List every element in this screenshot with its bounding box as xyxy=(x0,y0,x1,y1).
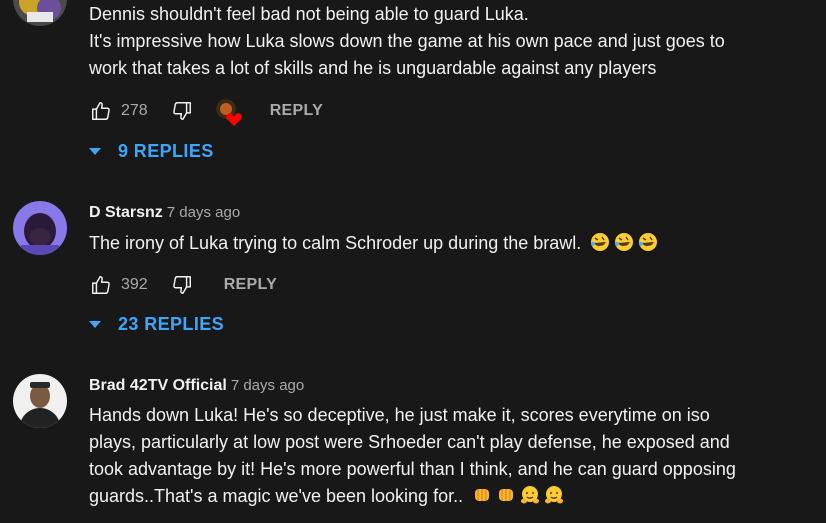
comment-1-text-line-2: It's impressive how Luka slows down the … xyxy=(89,31,725,51)
caret-down-icon xyxy=(89,148,101,155)
comment-3-text-line-4-wrap: guards..That's a magic we've been lookin… xyxy=(89,483,564,513)
comment-2-meta: D Starsnz 7 days ago xyxy=(89,204,240,222)
rolling-on-floor-laughing-icon xyxy=(614,232,634,260)
comment-3-avatar[interactable] xyxy=(13,374,67,428)
rolling-on-floor-laughing-icon xyxy=(638,232,658,260)
comment-2-text: The irony of Luka trying to calm Schrode… xyxy=(89,230,658,260)
reply-button[interactable]: REPLY xyxy=(224,276,277,294)
oncoming-fist-icon xyxy=(496,485,516,513)
oncoming-fist-icon xyxy=(472,485,492,513)
caret-down-icon xyxy=(89,321,101,328)
like-icon[interactable] xyxy=(89,99,113,123)
creator-heart-icon xyxy=(214,98,242,126)
comment-3-text-line-2: plays, particularly at low post were Srh… xyxy=(89,432,730,452)
like-count: 392 xyxy=(121,276,148,293)
dislike-icon[interactable] xyxy=(170,273,194,297)
comment-author[interactable]: Brad 42TV Official xyxy=(89,377,227,394)
hugging-face-icon xyxy=(544,485,564,513)
dislike-icon[interactable] xyxy=(170,99,194,123)
comment-2-actions: 392 REPLY xyxy=(89,273,277,297)
view-replies-button[interactable]: 23 REPLIES xyxy=(89,314,224,335)
comment-2-text-line-1: The irony of Luka trying to calm Schrode… xyxy=(89,233,582,253)
rolling-on-floor-laughing-icon xyxy=(590,232,610,260)
comment-3-meta: Brad 42TV Official 7 days ago xyxy=(89,377,304,395)
comment-1-text-line-3: work that takes a lot of skills and he i… xyxy=(89,58,657,78)
comment-3-text-line-3: took advantage by it! He's more powerful… xyxy=(89,459,736,479)
hugging-face-icon xyxy=(520,485,540,513)
comment-date[interactable]: 7 days ago xyxy=(167,204,240,221)
comment-1-actions: 278 REPLY xyxy=(89,98,323,126)
replies-count-label: 9 REPLIES xyxy=(118,141,214,161)
replies-count-label: 23 REPLIES xyxy=(118,314,225,334)
comment-1-avatar[interactable] xyxy=(13,0,67,26)
comment-2-avatar[interactable] xyxy=(13,201,67,255)
comment-author[interactable]: D Starsnz xyxy=(89,204,163,221)
comment-3-text-line-1: Hands down Luka! He's so deceptive, he j… xyxy=(89,405,710,425)
like-icon[interactable] xyxy=(89,273,113,297)
reply-button[interactable]: REPLY xyxy=(270,102,323,120)
like-count: 278 xyxy=(121,102,148,119)
comment-date[interactable]: 7 days ago xyxy=(231,377,304,394)
comment-1-text-line-1: Dennis shouldn't feel bad not being able… xyxy=(89,4,529,24)
view-replies-button[interactable]: 9 REPLIES xyxy=(89,141,214,162)
comment-3-text-line-4: guards..That's a magic we've been lookin… xyxy=(89,486,464,506)
